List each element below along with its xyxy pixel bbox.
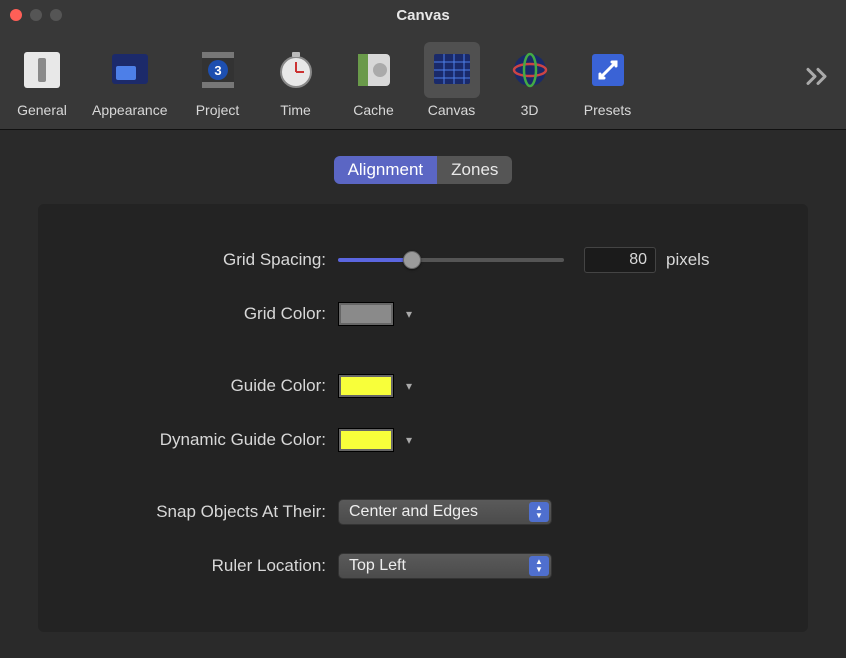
appearance-icon — [108, 48, 152, 92]
toolbar-tab-cache[interactable]: Cache — [344, 38, 404, 122]
toolbar-label: General — [17, 102, 67, 118]
dynamic-guide-color-label: Dynamic Guide Color: — [78, 430, 338, 450]
toolbar-label: Project — [196, 102, 240, 118]
chevron-double-right-icon — [806, 67, 830, 85]
toolbar-tab-canvas[interactable]: Canvas — [422, 38, 482, 122]
presets-icon — [586, 48, 630, 92]
minimize-window-button[interactable] — [30, 9, 42, 21]
preferences-content: Alignment Zones Grid Spacing: pixels Gri… — [0, 130, 846, 658]
time-icon — [274, 48, 318, 92]
toolbar-label: 3D — [521, 102, 539, 118]
3d-icon — [508, 48, 552, 92]
guide-color-label: Guide Color: — [78, 376, 338, 396]
grid-spacing-unit: pixels — [666, 250, 709, 270]
snap-objects-value: Center and Edges — [349, 503, 478, 521]
toolbar-overflow-button[interactable] — [806, 61, 830, 92]
close-window-button[interactable] — [10, 9, 22, 21]
toolbar-tab-general[interactable]: General — [12, 38, 72, 122]
project-icon: 3 — [196, 48, 240, 92]
snap-objects-label: Snap Objects At Their: — [78, 502, 338, 522]
toolbar-tab-presets[interactable]: Presets — [578, 38, 638, 122]
snap-objects-popup[interactable]: Center and Edges ▲▼ — [338, 499, 552, 525]
chevron-down-icon[interactable]: ▾ — [406, 433, 412, 447]
ruler-location-popup[interactable]: Top Left ▲▼ — [338, 553, 552, 579]
toolbar-label: Time — [280, 102, 311, 118]
window-title: Canvas — [0, 7, 846, 24]
grid-color-well[interactable] — [338, 302, 394, 326]
popup-arrows-icon: ▲▼ — [529, 556, 549, 576]
tab-zones[interactable]: Zones — [437, 156, 512, 184]
toolbar-tab-project[interactable]: 3 Project — [188, 38, 248, 122]
svg-text:3: 3 — [214, 63, 221, 78]
cache-icon — [352, 48, 396, 92]
grid-spacing-field[interactable] — [584, 247, 656, 273]
general-icon — [20, 48, 64, 92]
ruler-location-label: Ruler Location: — [78, 556, 338, 576]
window-controls — [10, 9, 62, 21]
toolbar-tab-appearance[interactable]: Appearance — [90, 38, 170, 122]
chevron-down-icon[interactable]: ▾ — [406, 379, 412, 393]
alignment-panel: Grid Spacing: pixels Grid Color: ▾ Guide… — [38, 204, 808, 632]
toolbar-label: Cache — [353, 102, 393, 118]
preferences-toolbar: General Appearance 3 Project — [0, 30, 846, 130]
grid-spacing-slider[interactable] — [338, 258, 564, 262]
grid-spacing-label: Grid Spacing: — [78, 250, 338, 270]
canvas-icon — [430, 48, 474, 92]
toolbar-label: Canvas — [428, 102, 475, 118]
grid-color-label: Grid Color: — [78, 304, 338, 324]
popup-arrows-icon: ▲▼ — [529, 502, 549, 522]
toolbar-label: Appearance — [92, 102, 168, 118]
toolbar-label: Presets — [584, 102, 631, 118]
dynamic-guide-color-well[interactable] — [338, 428, 394, 452]
tab-alignment[interactable]: Alignment — [334, 156, 438, 184]
toolbar-tab-time[interactable]: Time — [266, 38, 326, 122]
subtab-segmented-control: Alignment Zones — [30, 156, 816, 184]
zoom-window-button[interactable] — [50, 9, 62, 21]
toolbar-tab-3d[interactable]: 3D — [500, 38, 560, 122]
ruler-location-value: Top Left — [349, 557, 406, 575]
chevron-down-icon[interactable]: ▾ — [406, 307, 412, 321]
guide-color-well[interactable] — [338, 374, 394, 398]
titlebar: Canvas — [0, 0, 846, 30]
